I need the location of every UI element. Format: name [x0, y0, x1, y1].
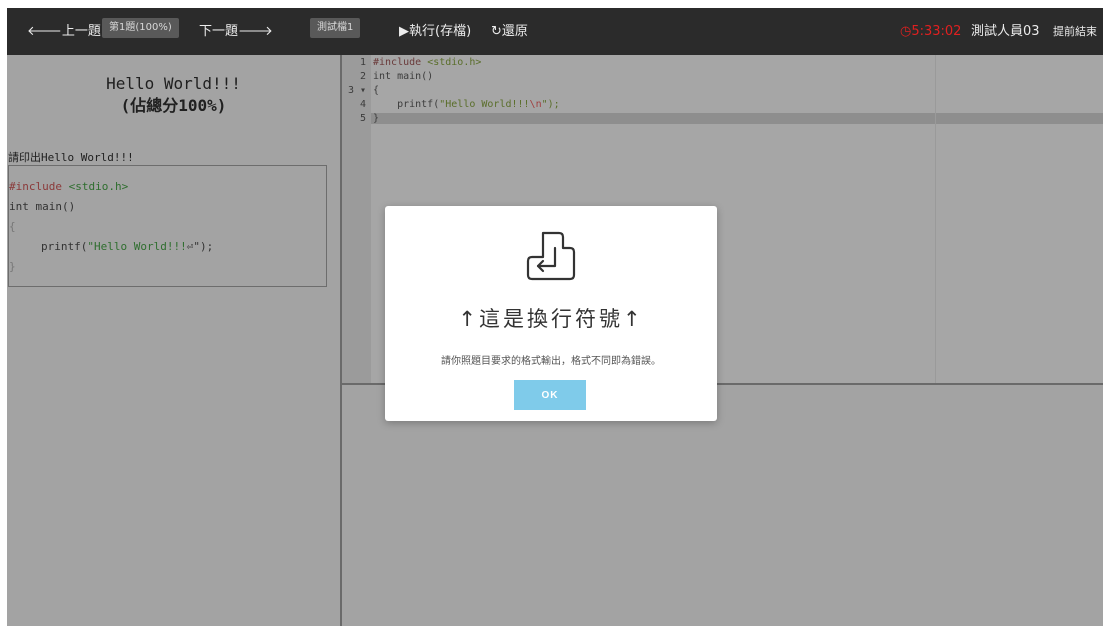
dialog-message: 請你照題目要求的格式輸出，格式不同即為錯誤。: [441, 356, 661, 367]
code-end: ");: [541, 99, 560, 110]
sample-line-2: int main(): [9, 200, 76, 213]
line-number: 4: [359, 99, 366, 110]
code-directive: #include: [373, 57, 422, 68]
run-save-button[interactable]: ▶執行(存檔): [399, 8, 471, 55]
code-printf: printf(: [373, 99, 440, 110]
top-toolbar: 🡐上一題 第1題(100%) 下一題🡒 測試檔1 ▶執行(存檔) ↻還原 ◷5:…: [7, 8, 1103, 55]
sample-line-1: #include <stdio.h>: [9, 180, 128, 193]
active-line-highlight: [342, 113, 1103, 124]
sample-string: "Hello World!!!: [87, 240, 187, 253]
newline-info-dialog: ↑這是換行符號↑ 請你照題目要求的格式輸出，格式不同即為錯誤。 OK: [385, 206, 717, 421]
next-question-button[interactable]: 下一題🡒: [199, 8, 273, 55]
restore-button[interactable]: ↻還原: [491, 8, 528, 55]
code-line-1[interactable]: #include <stdio.h>: [373, 57, 481, 68]
question-description: 請印出Hello World!!!: [8, 151, 134, 164]
sample-line-5: }: [9, 260, 16, 273]
user-name: 測試人員03: [971, 24, 1040, 39]
line-number: 5: [359, 113, 366, 124]
question-score: (佔總分100%): [120, 96, 227, 115]
sample-header: <stdio.h>: [68, 180, 129, 193]
finish-early-button[interactable]: 提前結束: [1053, 8, 1097, 55]
line-number: 1: [359, 57, 366, 68]
sample-end: ");: [193, 240, 214, 253]
sample-line-3: {: [9, 220, 16, 233]
ok-button[interactable]: OK: [514, 380, 586, 410]
line-number-fold[interactable]: 3 ▾: [342, 85, 366, 96]
sample-line-4: printf("Hello World!!!⏎");: [41, 240, 213, 253]
dialog-title: ↑這是換行符號↑: [458, 307, 644, 331]
question-title: Hello World!!!: [106, 74, 241, 93]
sample-directive: #include: [9, 180, 62, 193]
newline-return-icon: [523, 228, 579, 288]
code-header: <stdio.h>: [421, 57, 482, 68]
test-file-badge[interactable]: 測試檔1: [310, 18, 361, 38]
code-line-2[interactable]: int main(): [373, 71, 433, 82]
sample-code-box: #include <stdio.h> int main() { printf("…: [8, 165, 327, 287]
question-heading: Hello World!!! (佔總分100%): [7, 73, 340, 117]
code-line-4[interactable]: printf("Hello World!!!\n");: [373, 99, 560, 110]
code-line-3[interactable]: {: [373, 85, 379, 96]
code-line-5[interactable]: }: [373, 113, 379, 124]
code-string: "Hello World!!!: [439, 99, 530, 110]
question-badge[interactable]: 第1題(100%): [102, 18, 179, 38]
prev-question-button[interactable]: 🡐上一題: [27, 8, 101, 55]
countdown-timer: ◷5:33:02: [900, 24, 962, 39]
print-margin: [935, 55, 936, 383]
sample-printf: printf(: [41, 240, 88, 253]
question-panel: Hello World!!! (佔總分100%) 請印出Hello World!…: [7, 55, 342, 626]
code-escape: \n: [529, 99, 542, 110]
line-number: 2: [359, 71, 366, 82]
